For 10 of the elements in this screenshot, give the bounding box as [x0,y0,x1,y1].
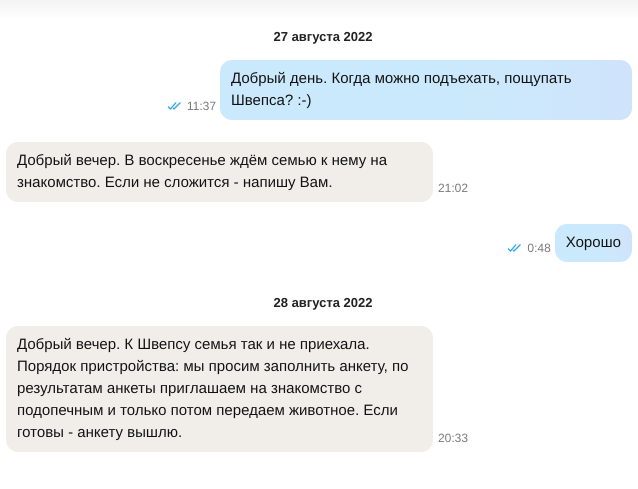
outgoing-message: Хорошо [554,224,632,262]
message-time: 0:48 [527,241,551,255]
message-time: 21:02 [438,181,468,195]
incoming-message: Добрый вечер. К Швепсу семья так и не приехала. Порядок пристройства: мы просим заполнить анкету, по результатам анкеты приглашаем на знакомство с подопечным и только потом передаем животное. Если готовы - анкету вышлю. [6,326,433,452]
message-time: 20:33 [438,431,468,445]
message-time: 11:37 [186,99,216,113]
date-separator: 27 августа 2022 [274,28,372,46]
outgoing-message: Добрый день. Когда можно подъехать, пощупать Швепса? :-) [220,60,632,120]
date-separator: 28 августа 2022 [274,294,372,312]
incoming-message: Добрый вечер. В воскресенье ждём семью к нему на знакомство. Если не сложится - напишу Вам. [6,142,433,202]
